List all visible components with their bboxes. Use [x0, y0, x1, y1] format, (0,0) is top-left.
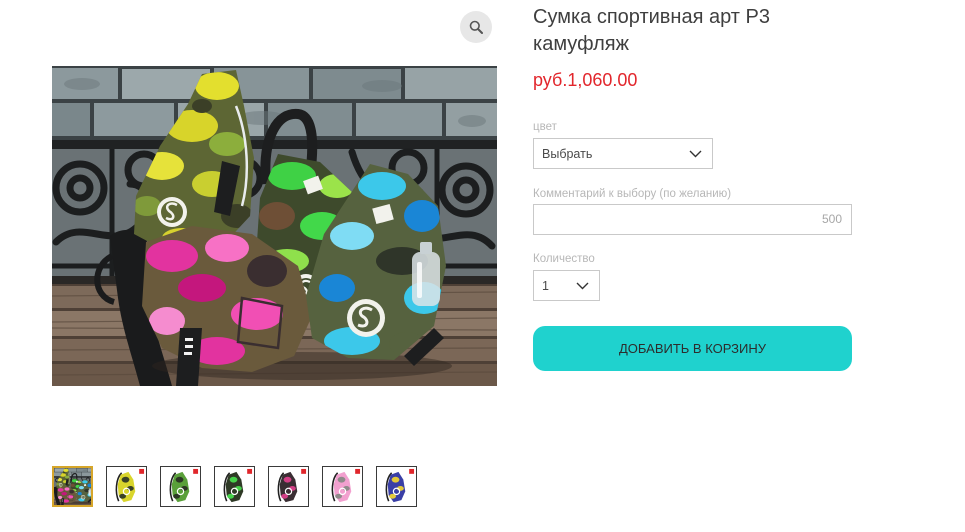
thumbnail-5[interactable]: [268, 466, 309, 507]
thumbnail-7[interactable]: [376, 466, 417, 507]
comment-label: Комментарий к выбору (по желанию): [533, 188, 732, 200]
comment-input[interactable]: [534, 205, 804, 234]
thumbnail-1[interactable]: [52, 466, 93, 507]
thumbnail-bag-image: [215, 467, 254, 506]
color-select-value: Выбрать: [542, 146, 593, 161]
magnifier-icon: [469, 20, 483, 34]
comment-field[interactable]: 500: [533, 204, 852, 235]
thumbnail-2[interactable]: [106, 466, 147, 507]
thumbnail-bag-image: [107, 467, 146, 506]
chevron-down-icon: [689, 150, 702, 158]
character-counter: 500: [821, 212, 842, 226]
product-photo: [52, 66, 497, 386]
quantity-label: Количество: [533, 253, 595, 265]
quantity-select-value: 1: [542, 278, 549, 293]
thumbnail-4[interactable]: [214, 466, 255, 507]
thumbnail-gallery: [52, 466, 472, 508]
product-main-image[interactable]: [52, 66, 497, 386]
thumbnail-photo: [54, 468, 91, 505]
thumbnail-bag-image: [269, 467, 308, 506]
product-title: Сумка спортивная арт Р3 камуфляж: [533, 6, 770, 55]
quantity-select[interactable]: 1: [533, 270, 600, 301]
thumbnail-bag-image: [377, 467, 416, 506]
thumbnail-6[interactable]: [322, 466, 363, 507]
add-to-cart-label: ДОБАВИТЬ В КОРЗИНУ: [619, 341, 766, 356]
add-to-cart-button[interactable]: ДОБАВИТЬ В КОРЗИНУ: [533, 326, 852, 371]
color-select[interactable]: Выбрать: [533, 138, 713, 169]
thumbnail-bag-image: [323, 467, 362, 506]
thumbnail-bag-image: [161, 467, 200, 506]
thumbnail-3[interactable]: [160, 466, 201, 507]
product-price: руб.1,060.00: [533, 70, 638, 90]
zoom-button[interactable]: [460, 11, 492, 43]
chevron-down-icon: [576, 282, 589, 290]
color-label: цвет: [533, 121, 557, 133]
